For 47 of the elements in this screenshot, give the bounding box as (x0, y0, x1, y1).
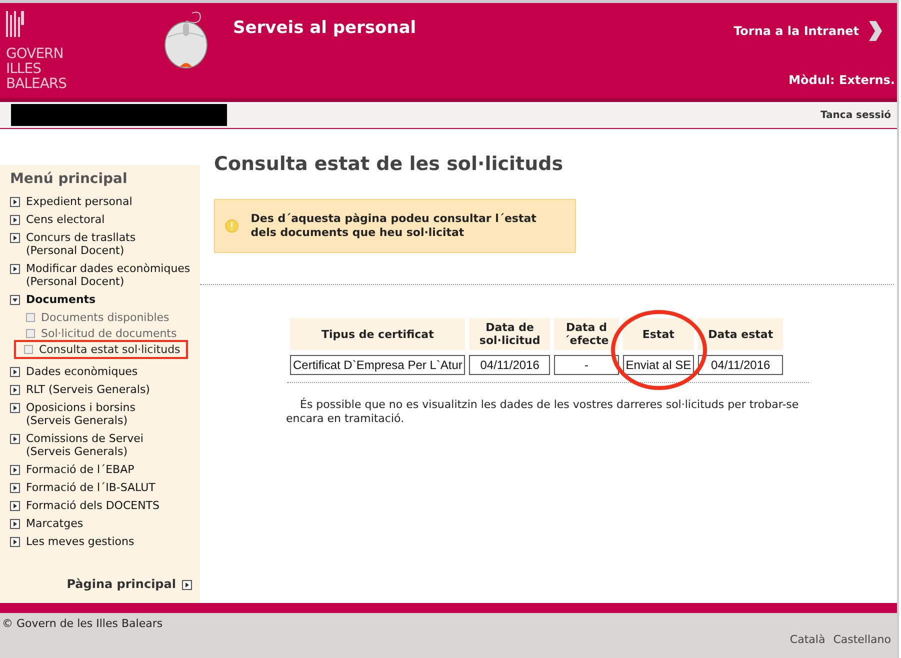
chevron-right-icon (867, 20, 883, 42)
column-header: Tipus de certificat (290, 318, 466, 350)
mouse-icon (162, 11, 210, 69)
menu-item[interactable]: Cens electoral (26, 213, 105, 226)
table-cell: Certificat D`Empresa Per L`Atur (290, 355, 466, 375)
menu-item[interactable]: Concurs de trasllats (Personal Docent) (26, 231, 136, 257)
module-label: Mòdul: Externs. (788, 73, 895, 87)
home-link[interactable]: Pàgina principal (66, 577, 176, 591)
menu-item[interactable]: Marcatges (26, 517, 84, 530)
menu-item[interactable]: Modificar dades econòmiques (Personal Docent) (26, 262, 190, 288)
logo-text: GOVERN ILLES BALEARS (6, 47, 68, 92)
table-cell: - (554, 355, 619, 375)
column-header: Data d ´efecte (554, 318, 619, 350)
menu-item[interactable]: Comissions de Servei (Serveis Generals) (26, 432, 144, 458)
column-header: Estat (622, 318, 694, 350)
table-cell: 04/11/2016 (469, 355, 550, 375)
language-link[interactable]: Castellano (833, 633, 891, 646)
notice-text: Des d´aquesta pàgina podeu consultar l´estat dels documents que heu sol·licitat (250, 212, 538, 240)
menu-item[interactable]: Oposicions i borsins (Serveis Generals) (26, 401, 136, 427)
logout-link[interactable]: Tanca sessió (820, 110, 891, 120)
square-icon (26, 313, 35, 322)
menu-item[interactable]: Formació dels DOCENTS (26, 499, 160, 512)
crest-icon (6, 11, 24, 37)
page-title: Consulta estat de les sol·licituds (214, 153, 564, 175)
square-icon (24, 345, 33, 354)
menu-item[interactable]: Formació de l´EBAP (26, 463, 134, 476)
copyright-text: © Govern de les Illes Balears (2, 617, 163, 632)
table-cell: 04/11/2016 (698, 355, 784, 375)
language-link[interactable]: Català (790, 633, 826, 646)
table-cell: Enviat al SE (622, 355, 694, 375)
menu-item[interactable]: RLT (Serveis Generals) (26, 383, 150, 396)
menu-item[interactable]: Documents (26, 293, 96, 306)
menu-title: Menú principal (10, 171, 128, 187)
column-header: Data de sol·licitud (469, 318, 550, 350)
submenu-item[interactable]: Documents disponibles (41, 311, 170, 324)
back-link[interactable]: Torna a la Intranet (734, 24, 859, 38)
submenu-item[interactable]: Consulta estat sol·licituds (39, 343, 180, 356)
expand-icon (182, 580, 192, 590)
square-icon (26, 329, 35, 338)
submenu-item[interactable]: Sol·licitud de documents (41, 327, 177, 340)
menu-item[interactable]: Expedient personal (26, 195, 132, 208)
column-header: Data estat (698, 318, 784, 350)
site-title: Serveis al personal (233, 18, 416, 38)
menu-item[interactable]: Dades econòmiques (26, 365, 138, 378)
menu-item[interactable]: Formació de l´IB-SALUT (26, 481, 156, 494)
info-note: És possible que no es visualitzin les dades de les vostres darreres sol·licituds per trobar-se encara en tramitació. (286, 398, 800, 426)
menu-item[interactable]: Les meves gestions (26, 535, 134, 548)
